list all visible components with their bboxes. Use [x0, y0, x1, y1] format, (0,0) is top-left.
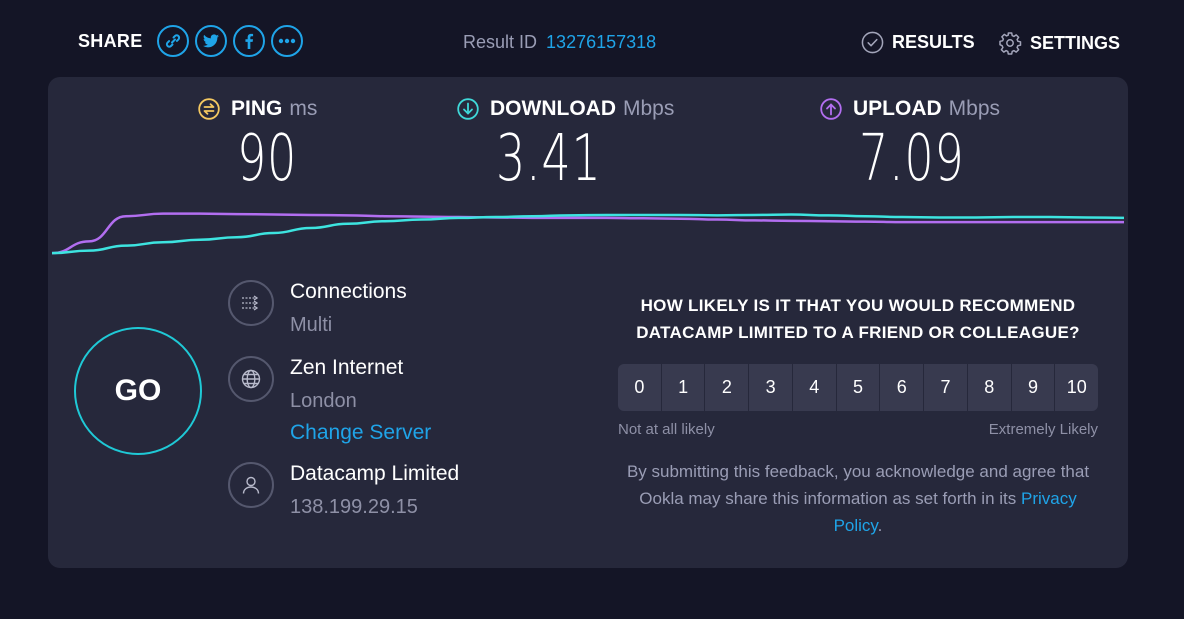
upload-icon [820, 98, 842, 120]
gear-icon [999, 32, 1022, 55]
go-button[interactable]: GO [74, 327, 202, 455]
ping-metric: PING ms 90 [198, 97, 320, 193]
results-label: RESULTS [892, 32, 975, 52]
rating-button-1[interactable]: 1 [660, 364, 705, 411]
low-label: Not at all likely [618, 421, 715, 438]
share-link-button[interactable] [156, 25, 189, 57]
share-facebook-button[interactable] [232, 25, 265, 57]
link-icon [165, 34, 180, 48]
upload-unit: Mbps [948, 97, 1001, 120]
rating-button-7[interactable]: 7 [923, 364, 967, 411]
rating-button-9[interactable]: 9 [1010, 364, 1055, 411]
rating-button-2[interactable]: 2 [704, 364, 749, 411]
change-server-link[interactable]: Change Server [290, 421, 431, 445]
share-group: SHARE [78, 25, 303, 57]
upload-label: UPLOAD [853, 97, 942, 120]
connections-value: Multi [290, 314, 333, 336]
rating-button-5[interactable]: 5 [835, 364, 880, 411]
disclaimer-text: By submitting this feedback, you acknowl… [626, 462, 1090, 508]
result-id-label: Result ID [463, 32, 538, 52]
server-info: Zen Internet London Change Server [228, 356, 431, 445]
results-nav-button[interactable]: RESULTS [861, 31, 975, 54]
facebook-icon [244, 33, 253, 49]
upload-line [51, 212, 1124, 255]
connections-info: Connections Multi [228, 280, 407, 336]
rating-button-8[interactable]: 8 [966, 364, 1011, 411]
user-icon [228, 462, 274, 508]
check-circle-icon [861, 31, 884, 54]
isp-info: Datacamp Limited 138.199.29.15 [228, 462, 459, 518]
recommend-survey: HOW LIKELY IS IT THAT YOU WOULD RECOMMEN… [618, 292, 1098, 539]
settings-label: SETTINGS [1030, 32, 1121, 53]
server-location: London [290, 390, 357, 412]
ping-label: PING [231, 97, 283, 120]
isp-name: Datacamp Limited [290, 462, 460, 485]
result-id: Result ID 13276157318 [463, 32, 656, 53]
download-metric: DOWNLOAD Mbps 3.41 [457, 97, 674, 193]
rating-scale: 0 1 2 3 4 5 6 7 8 9 10 [618, 364, 1098, 411]
share-label: SHARE [78, 30, 143, 51]
rating-button-10[interactable]: 10 [1054, 364, 1098, 411]
globe-icon [228, 356, 274, 402]
isp-ip: 138.199.29.15 [290, 496, 418, 518]
download-label: DOWNLOAD [490, 97, 616, 120]
download-icon [457, 98, 479, 120]
result-id-link[interactable]: 13276157318 [546, 32, 656, 52]
disclaimer-end: . [877, 516, 883, 535]
upload-value: 7.09 [859, 122, 965, 196]
survey-question: HOW LIKELY IS IT THAT YOU WOULD RECOMMEN… [636, 296, 1080, 342]
rating-button-3[interactable]: 3 [748, 364, 792, 411]
ping-value: 90 [237, 122, 298, 196]
results-panel: PING ms 90 DOWNLOAD Mbps 3.41 UPLOAD Mbp… [48, 77, 1128, 568]
speed-graph [51, 212, 1125, 255]
high-label: Extremely Likely [988, 421, 1098, 438]
rating-button-4[interactable]: 4 [791, 364, 836, 411]
download-line [51, 213, 1125, 255]
ping-unit: ms [289, 97, 318, 120]
top-bar: SHARE Result ID 13276157318 RESULTS SETT… [0, 0, 1184, 80]
more-icon [278, 38, 295, 44]
go-label: GO [114, 374, 162, 407]
rating-button-6[interactable]: 6 [879, 364, 924, 411]
download-value: 3.41 [496, 122, 602, 196]
connections-icon [228, 280, 274, 326]
settings-nav-button[interactable]: SETTINGS [998, 31, 1120, 55]
upload-metric: UPLOAD Mbps 7.09 [820, 97, 1006, 193]
download-unit: Mbps [622, 97, 675, 120]
ping-icon [198, 98, 220, 120]
share-twitter-button[interactable] [194, 25, 227, 57]
twitter-icon [202, 34, 219, 48]
server-name: Zen Internet [290, 356, 404, 379]
share-more-button[interactable] [270, 25, 303, 57]
rating-button-0[interactable]: 0 [618, 364, 661, 411]
survey-disclaimer: By submitting this feedback, you acknowl… [618, 458, 1098, 539]
connections-title: Connections [290, 280, 407, 303]
